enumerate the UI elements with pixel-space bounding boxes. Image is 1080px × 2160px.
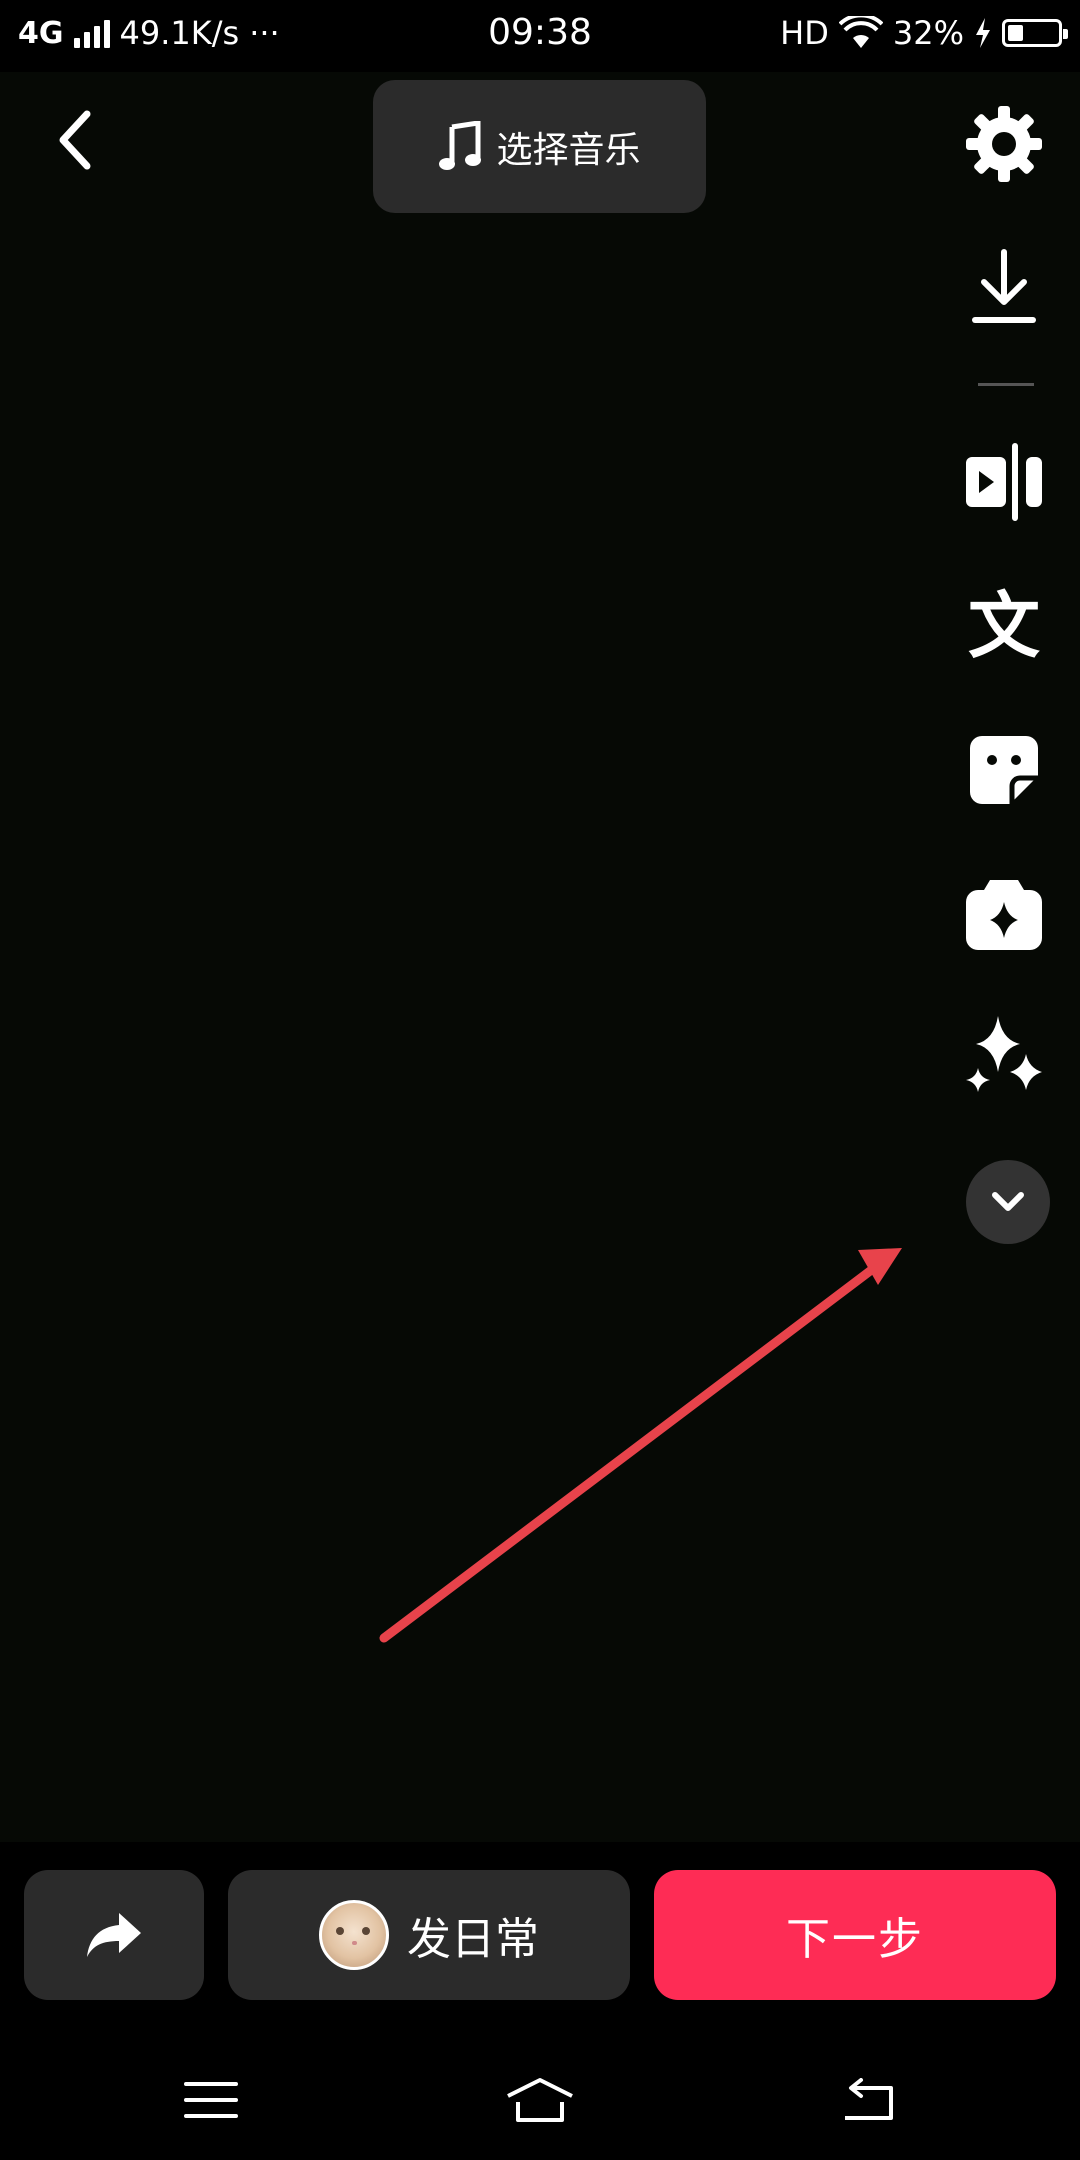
settings-button[interactable] xyxy=(956,96,1052,192)
nav-menu-button[interactable] xyxy=(166,2060,256,2140)
chevron-left-icon xyxy=(59,110,91,170)
download-icon xyxy=(972,249,1036,323)
home-icon xyxy=(507,2078,573,2122)
video-preview[interactable] xyxy=(0,72,1080,1842)
nav-home-button[interactable] xyxy=(495,2060,585,2140)
back-button[interactable] xyxy=(40,100,110,180)
video-clip-icon xyxy=(966,443,1042,521)
sticker-icon xyxy=(970,736,1038,804)
toolbar-divider xyxy=(978,383,1034,386)
effects-icon xyxy=(966,880,1042,950)
gear-icon xyxy=(966,106,1042,182)
post-daily-button[interactable]: 发日常 xyxy=(228,1870,630,2000)
sparkles-icon xyxy=(966,1016,1042,1092)
text-icon: 文 xyxy=(967,584,1040,668)
next-step-button[interactable]: 下一步 xyxy=(654,1870,1056,2000)
next-step-label: 下一步 xyxy=(786,1914,924,1965)
select-music-button[interactable]: 选择音乐 xyxy=(373,80,706,213)
battery-icon xyxy=(1002,19,1068,47)
clip-button[interactable] xyxy=(956,434,1052,530)
select-music-label: 选择音乐 xyxy=(496,129,641,171)
sticker-button[interactable] xyxy=(956,722,1052,818)
chevron-down-icon xyxy=(992,1192,1024,1211)
navigation-bar xyxy=(0,2040,1080,2160)
avatar xyxy=(319,1900,389,1970)
status-bar: 4G 49.1K/s ··· 09:38 HD 32% xyxy=(0,0,1080,72)
more-tools-button[interactable] xyxy=(966,1160,1050,1244)
battery-percent: 32% xyxy=(892,14,964,52)
enhance-button[interactable] xyxy=(956,1008,1052,1104)
nav-back-button[interactable] xyxy=(824,2060,914,2140)
download-button[interactable] xyxy=(956,240,1052,336)
text-button[interactable]: 文 xyxy=(956,578,1052,674)
charging-icon xyxy=(976,18,990,48)
hd-indicator: HD xyxy=(780,14,829,52)
back-icon xyxy=(845,2078,893,2120)
music-note-icon xyxy=(439,120,482,170)
wifi-icon xyxy=(838,16,883,48)
effects-button[interactable] xyxy=(956,866,1052,962)
post-daily-label: 发日常 xyxy=(407,1914,539,1965)
menu-icon xyxy=(184,2082,238,2118)
screen: 4G 49.1K/s ··· 09:38 HD 32% 选择音乐 文 发日常 下… xyxy=(0,0,1080,2160)
battery-fill xyxy=(1008,25,1023,41)
status-right: HD 32% xyxy=(780,14,1068,52)
share-button[interactable] xyxy=(24,1870,204,2000)
share-arrow-icon xyxy=(87,1913,141,1957)
